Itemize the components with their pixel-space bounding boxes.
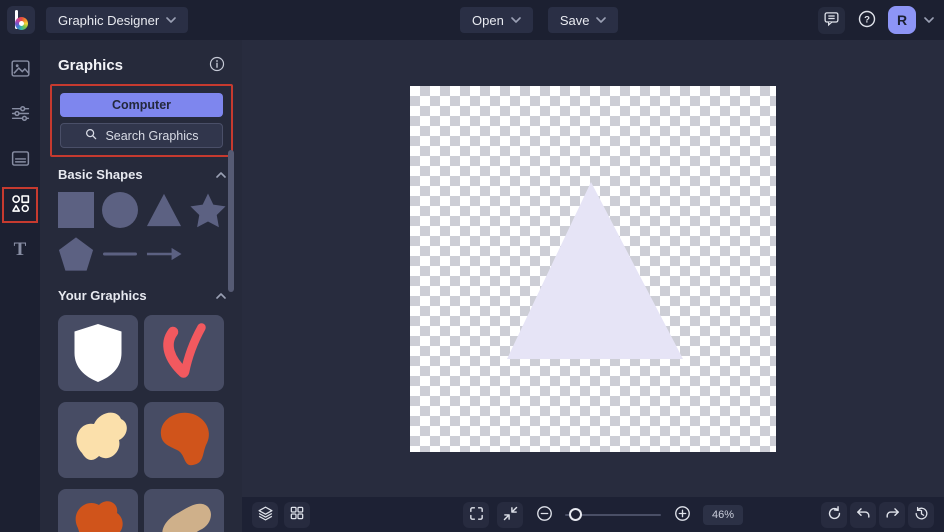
grid-view-button[interactable] [284,501,310,528]
basic-shapes-title: Basic Shapes [58,167,143,182]
your-graphics-title: Your Graphics [58,288,147,303]
canvas-area: 46% [242,40,944,532]
basic-shapes-grid [40,188,242,278]
computer-upload-button[interactable]: Computer [60,93,223,117]
graphic-designer-app: Graphic Designer Open Save ? R T Graphic… [0,0,944,532]
triangle-object [507,182,683,359]
adjustments-icon [10,103,31,127]
app-menu-button[interactable]: Graphic Designer [46,7,189,33]
search-graphics-label: Search Graphics [105,128,199,143]
open-label: Open [472,12,504,28]
shape-star[interactable] [190,192,226,228]
sidebar-item-graphics[interactable] [2,187,38,223]
zoom-slider-handle[interactable] [569,507,582,521]
your-graphics-grid [40,309,242,532]
fullscreen-button[interactable] [463,501,489,528]
chevron-up-icon [216,292,226,299]
layers-button[interactable] [252,501,278,528]
computer-upload-label: Computer [111,98,172,112]
help-icon: ? [857,9,877,32]
reset-icon [826,505,843,525]
help-button[interactable]: ? [853,7,880,34]
sidebar-item-edit[interactable] [4,99,36,131]
graphic-tile-blob-orange-2[interactable] [58,489,138,532]
avatar[interactable]: R [888,6,916,34]
canvas-triangle-layer[interactable] [410,86,776,452]
svg-text:?: ? [864,14,870,25]
fit-screen-button[interactable] [497,501,523,528]
photos-icon [10,58,31,82]
graphics-panel: Graphics Computer Search Graphics Basic … [40,40,242,532]
shape-arrow[interactable] [146,236,182,272]
open-button[interactable]: Open [460,7,533,33]
text-icon: T [13,239,27,260]
sidebar-item-text[interactable]: T [4,234,36,266]
canvas-stage[interactable] [410,86,776,452]
undo-button[interactable] [850,501,876,528]
save-button[interactable]: Save [547,7,619,33]
graphic-tile-blob-cream[interactable] [58,402,138,478]
graphics-icon [10,193,31,217]
zoom-out-icon [535,504,554,526]
redo-button[interactable] [879,501,905,528]
app-menu-label: Graphic Designer [58,12,160,28]
zoom-in-button[interactable] [669,502,695,528]
befunky-logo[interactable] [7,6,35,34]
info-icon [208,55,226,76]
bottom-toolbar: 46% [242,497,944,532]
zoom-level-badge[interactable]: 46% [703,504,744,525]
layers-icon [257,505,274,525]
befunky-logo-mark [15,10,29,30]
annotation-box-upload-buttons: Computer Search Graphics [50,84,233,157]
chat-button[interactable] [818,6,845,34]
graphic-tile-heart[interactable] [144,315,224,391]
toolbar-left-group [252,501,310,528]
save-label: Save [559,12,590,28]
panel-scrollbar[interactable] [228,150,234,292]
zoom-slider[interactable] [565,505,661,525]
sidebar-item-photos[interactable] [4,54,36,86]
shape-line[interactable] [102,236,138,272]
zoom-out-button[interactable] [531,502,557,528]
zoom-in-icon [673,504,692,526]
chat-icon [823,10,840,30]
undo-icon [855,505,872,525]
graphic-tile-blob-tan[interactable] [144,489,224,532]
topbar: Graphic Designer Open Save ? R [0,0,944,40]
info-button[interactable] [208,55,226,76]
templates-icon [10,148,31,172]
shape-pentagon[interactable] [58,236,94,272]
redo-icon [884,505,901,525]
avatar-initial: R [896,12,908,28]
chevron-down-icon [511,17,521,23]
zoom-controls: 46% [463,501,744,528]
file-actions: Open Save [460,7,619,33]
panel-header: Graphics [40,40,242,84]
search-icon [84,127,98,144]
your-graphics-section-header[interactable]: Your Graphics [40,278,242,309]
shape-square[interactable] [58,192,94,228]
graphic-tile-blob-orange[interactable] [144,402,224,478]
chevron-down-icon [596,17,607,23]
account-chevron-down-icon[interactable] [924,17,934,23]
chevron-down-icon [166,17,176,23]
history-icon [913,505,930,525]
page-title: Graphics [58,57,124,74]
grid-icon [289,505,305,524]
basic-shapes-section-header[interactable]: Basic Shapes [40,157,242,188]
chevron-up-icon [216,171,226,178]
graphic-tile-shield[interactable] [58,315,138,391]
fullscreen-icon [468,505,485,525]
shape-triangle[interactable] [146,192,182,228]
fit-screen-icon [502,505,519,525]
search-graphics-button[interactable]: Search Graphics [60,123,223,148]
history-button[interactable] [908,501,934,528]
topbar-right: ? R [818,6,934,34]
sidebar-item-templates[interactable] [4,144,36,176]
history-controls [821,501,934,528]
shape-circle[interactable] [102,192,138,228]
tool-rail: T [0,40,40,532]
reset-button[interactable] [821,501,847,528]
